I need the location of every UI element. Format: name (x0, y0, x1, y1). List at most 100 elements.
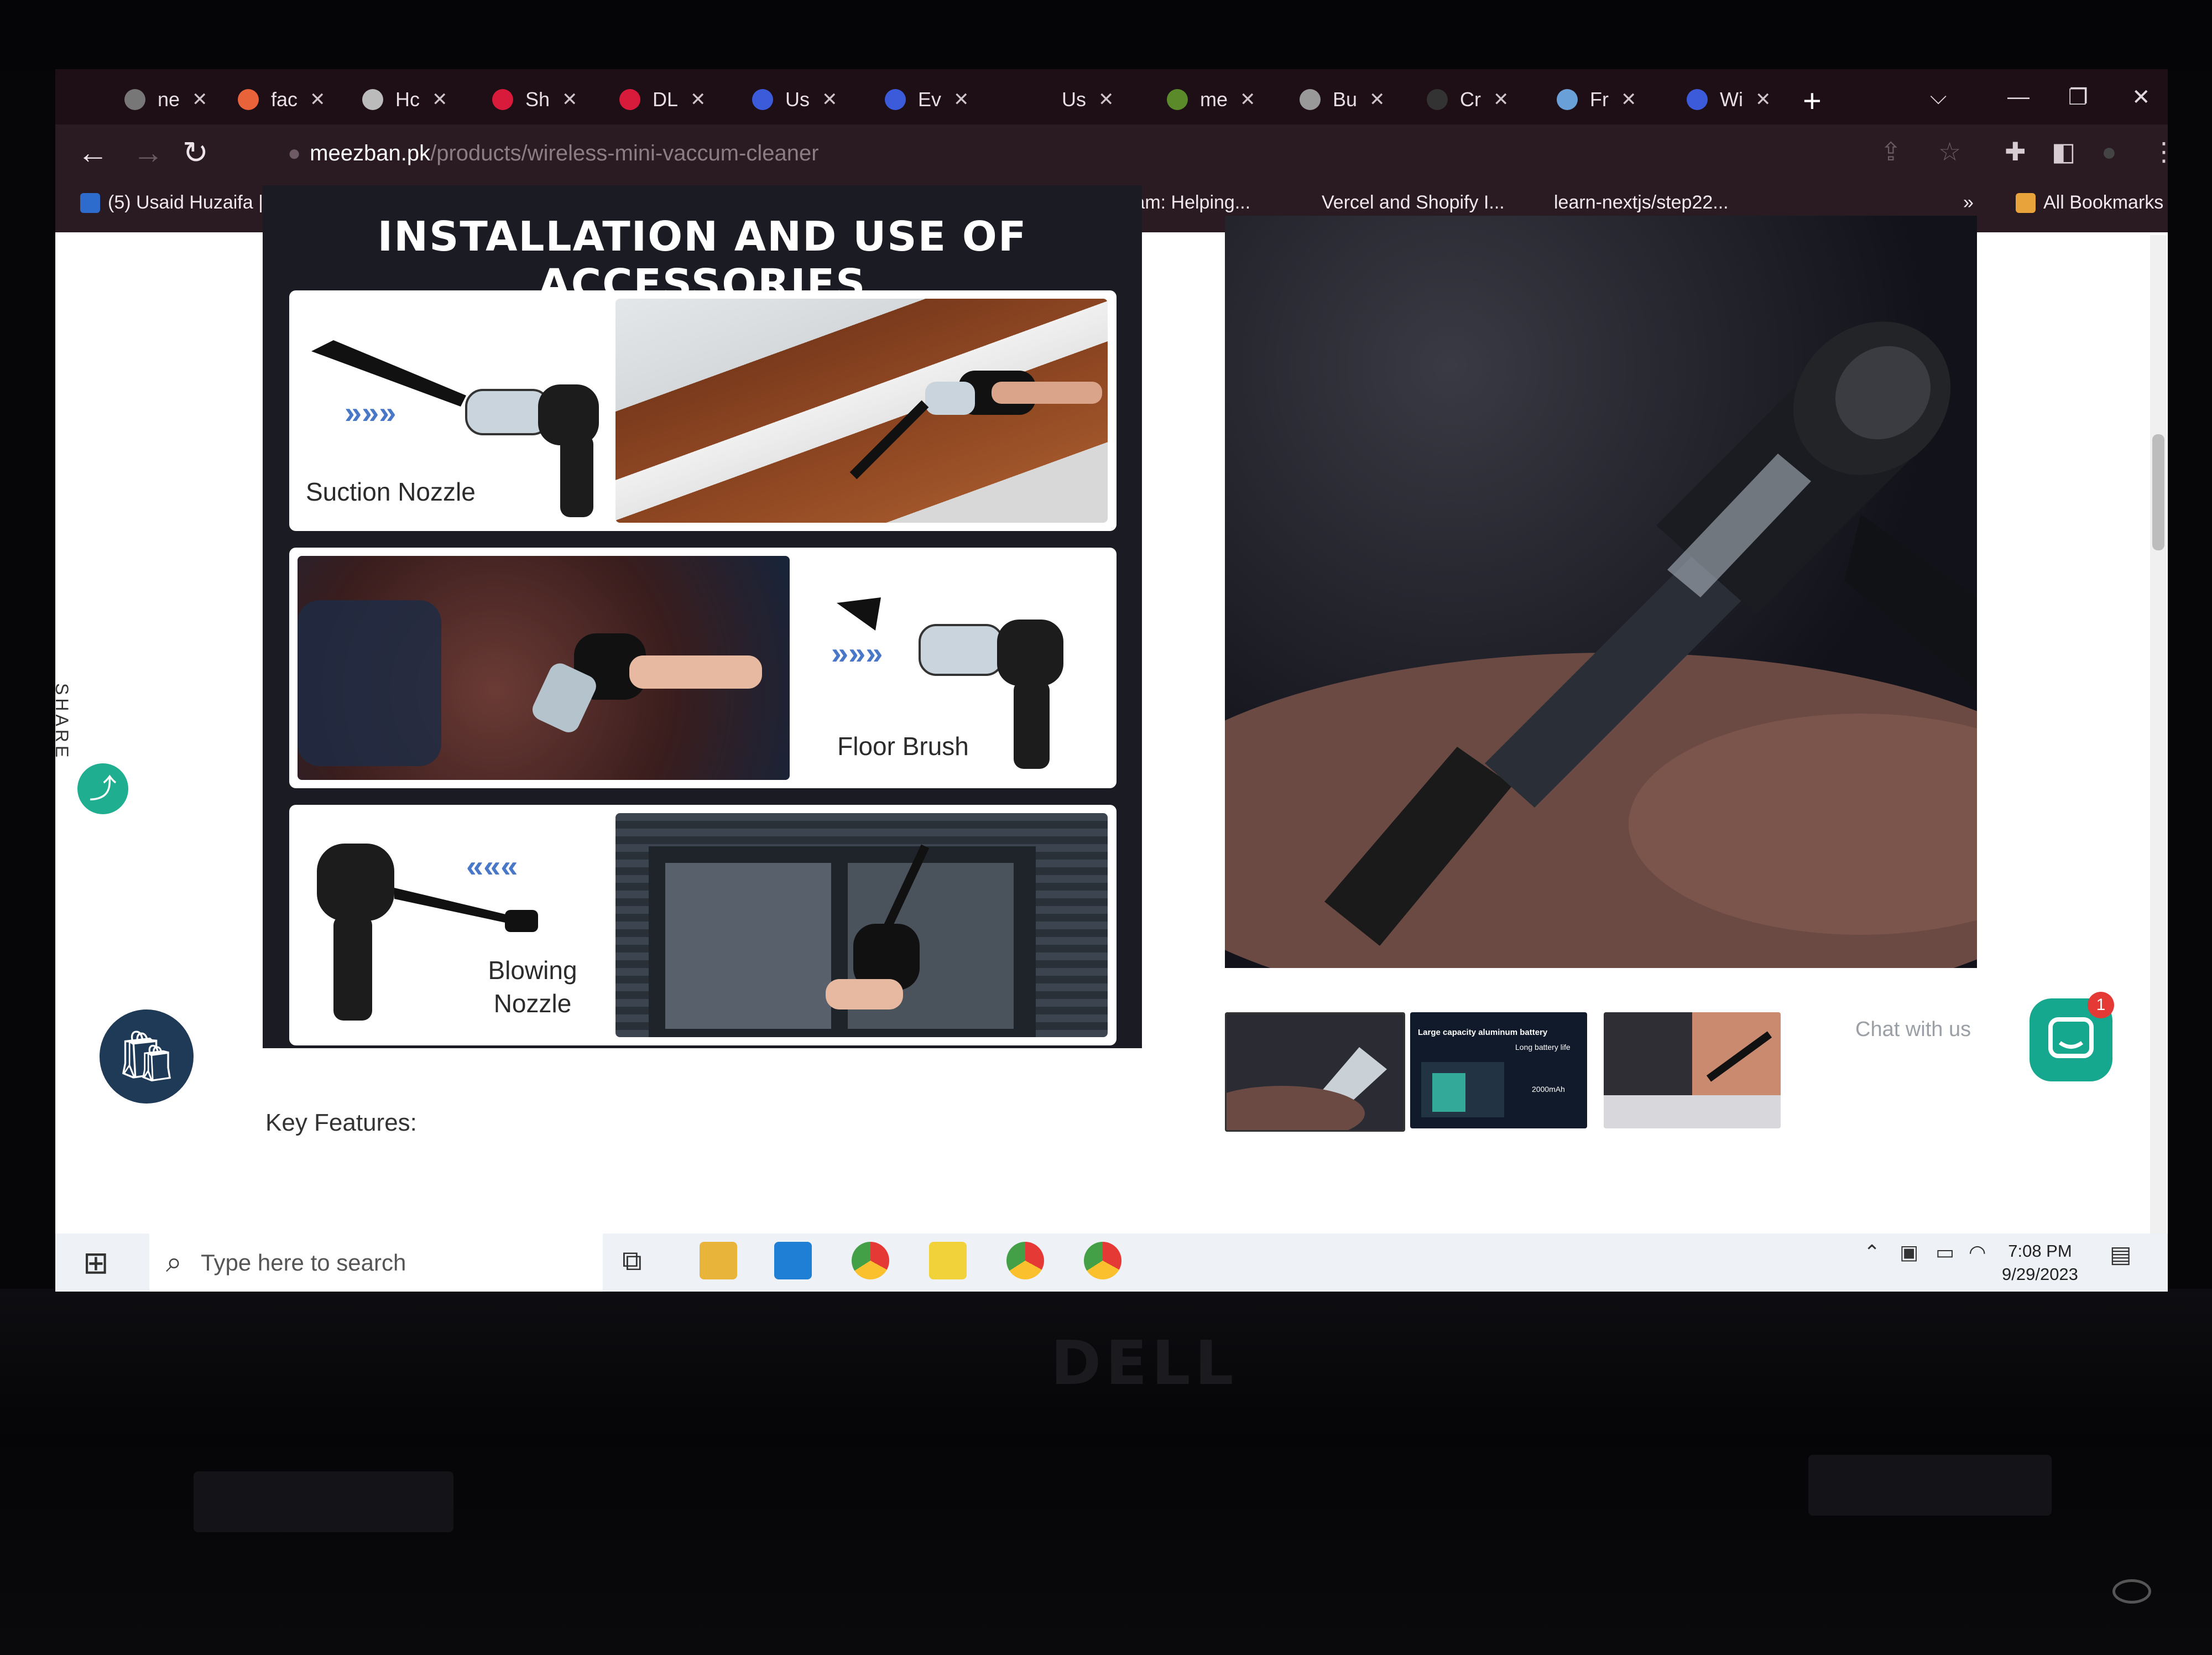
chat-unread-badge: 1 (2088, 992, 2114, 1018)
vscode-icon[interactable] (774, 1242, 812, 1279)
close-window-icon[interactable]: ✕ (2132, 85, 2151, 110)
svg-text:»»»: »»» (345, 395, 396, 430)
file-explorer-icon[interactable] (700, 1242, 737, 1279)
tab-close-icon[interactable]: ✕ (953, 89, 969, 111)
all-bookmarks-label: All Bookmarks (2043, 192, 2164, 213)
tab-label: Ev (918, 88, 942, 111)
browser-tab[interactable]: Us ✕ (752, 81, 838, 118)
tab-favicon-icon (619, 89, 640, 110)
tab-close-icon[interactable]: ✕ (310, 89, 326, 111)
key-features-heading: Key Features: (265, 1109, 417, 1136)
thumbnail-2[interactable]: Large capacity aluminum battery Long bat… (1410, 1012, 1587, 1128)
tab-close-icon[interactable]: ✕ (1098, 89, 1114, 111)
tab-close-icon[interactable]: ✕ (562, 89, 578, 111)
share-button[interactable]: ⤴ (77, 763, 128, 814)
extensions-icon[interactable]: ✚ (2005, 137, 2026, 166)
profile-avatar[interactable]: ● (2101, 137, 2117, 166)
tab-label: ne (158, 88, 180, 111)
tab-label: Hc (395, 88, 420, 111)
laptop-bezel-top (0, 0, 2212, 72)
tab-favicon-icon (1300, 89, 1321, 110)
browser-tab[interactable]: Fr ✕ (1557, 81, 1636, 118)
battery-icon[interactable]: ▭ (1936, 1241, 1954, 1264)
tab-favicon-icon (1167, 89, 1188, 110)
vertical-scrollbar[interactable] (2150, 235, 2167, 1236)
thumbnail-1[interactable] (1225, 1012, 1405, 1132)
sticky-notes-icon[interactable] (929, 1242, 967, 1279)
tab-favicon-icon (492, 89, 513, 110)
thumbnail-text-1: Large capacity aluminum battery (1418, 1028, 1548, 1037)
scrollbar-thumb[interactable] (2152, 434, 2164, 550)
panel-label: Blowing Nozzle (450, 954, 615, 1021)
notifications-icon[interactable]: ▤ (2110, 1241, 2132, 1268)
browser-tab[interactable]: DL ✕ (619, 81, 706, 118)
tab-close-icon[interactable]: ✕ (822, 89, 838, 111)
accessories-infographic: INSTALLATION AND USE OF ACCESSORIES »»» … (263, 185, 1142, 1048)
new-tab-button[interactable]: + (1803, 82, 1822, 119)
thumbnail-3[interactable] (1604, 1012, 1781, 1128)
browser-tab[interactable]: Sh ✕ (492, 81, 578, 118)
tab-close-icon[interactable]: ✕ (192, 89, 208, 111)
browser-tab[interactable]: me ✕ (1167, 81, 1256, 118)
tab-search-icon[interactable]: ⌵ (1930, 85, 1947, 110)
bookmark-favicon-icon (1294, 192, 1314, 213)
thumbnail-text-2: Long battery life (1515, 1043, 1571, 1052)
back-icon[interactable]: ← (77, 134, 108, 170)
taskbar-search[interactable]: ⌕ Type here to search (149, 1234, 603, 1292)
wifi-icon[interactable]: ◠ (1969, 1241, 1986, 1264)
meet-now-icon[interactable]: ▣ (1900, 1241, 1918, 1264)
browser-tab[interactable]: Wi ✕ (1687, 81, 1771, 118)
tab-close-icon[interactable]: ✕ (432, 89, 448, 111)
all-bookmarks-button[interactable]: All Bookmarks (2016, 192, 2163, 214)
car-floor-cleaning-photo (298, 556, 790, 780)
search-icon: ⌕ (166, 1246, 182, 1278)
clock-time: 7:08 PM (2008, 1241, 2072, 1261)
site-info-icon[interactable]: ● (288, 141, 301, 165)
bookmark-item[interactable]: Vercel and Shopify I... (1294, 192, 1505, 214)
show-hidden-icons[interactable]: ⌃ (1864, 1241, 1880, 1264)
menu-kebab-icon[interactable]: ⋮ (2151, 137, 2168, 166)
tab-label: fac (271, 88, 298, 111)
url-path: /products/wireless-mini-vaccum-cleaner (430, 141, 819, 165)
more-bookmarks-button[interactable]: » (1963, 192, 1974, 214)
chat-label[interactable]: Chat with us (1855, 1018, 1971, 1042)
tab-close-icon[interactable]: ✕ (1621, 89, 1637, 111)
chrome-profile-2-icon[interactable] (1084, 1242, 1121, 1279)
bookmark-star-icon[interactable]: ☆ (1938, 137, 1961, 166)
browser-tab[interactable]: Us ✕ (1029, 81, 1114, 118)
task-view-icon[interactable]: ⧉ (622, 1245, 642, 1277)
share-page-icon[interactable]: ⇪ (1880, 137, 1902, 166)
tab-favicon-icon (1687, 89, 1708, 110)
browser-tab[interactable]: Bu ✕ (1300, 81, 1385, 118)
clock-date: 9/29/2023 (2002, 1264, 2078, 1284)
tab-close-icon[interactable]: ✕ (1369, 89, 1385, 111)
chrome-profile-icon[interactable] (1006, 1242, 1044, 1279)
windows-start-icon[interactable]: ⊞ (83, 1245, 109, 1281)
browser-tab[interactable]: Ev ✕ (885, 81, 969, 118)
chrome-icon[interactable] (852, 1242, 889, 1279)
panel-floor-brush: »»» Floor Brush (289, 548, 1117, 788)
browser-tab[interactable]: fac ✕ (238, 81, 326, 118)
tab-close-icon[interactable]: ✕ (1240, 89, 1256, 111)
tab-favicon-icon (238, 89, 259, 110)
browser-tab[interactable]: ne ✕ (124, 81, 208, 118)
side-panel-icon[interactable]: ◧ (2052, 137, 2075, 166)
forward-icon[interactable]: → (133, 134, 164, 170)
tab-close-icon[interactable]: ✕ (1755, 89, 1771, 111)
bookmark-item[interactable]: learn-nextjs/step22... (1526, 192, 1729, 214)
tab-close-icon[interactable]: ✕ (1493, 89, 1509, 111)
shopify-bag-icon[interactable]: 🛍 (100, 1009, 194, 1104)
svg-text:«««: ««« (466, 849, 518, 883)
reload-icon[interactable]: ↻ (182, 134, 208, 171)
browser-tab[interactable]: Cr ✕ (1427, 81, 1509, 118)
tab-favicon-icon (124, 89, 145, 110)
minimize-icon[interactable]: — (2007, 85, 2030, 110)
url-host: meezban.pk (310, 141, 431, 165)
laptop-hinge-left (194, 1471, 453, 1532)
address-bar[interactable]: ● meezban.pk/products/wireless-mini-vaccu… (288, 141, 819, 166)
tab-close-icon[interactable]: ✕ (690, 89, 706, 111)
restore-icon[interactable]: ❐ (2068, 85, 2088, 110)
folder-icon (2016, 192, 2036, 213)
browser-tab[interactable]: Hc ✕ (362, 81, 448, 118)
taskbar-clock[interactable]: 7:08 PM 9/29/2023 (2002, 1240, 2078, 1286)
